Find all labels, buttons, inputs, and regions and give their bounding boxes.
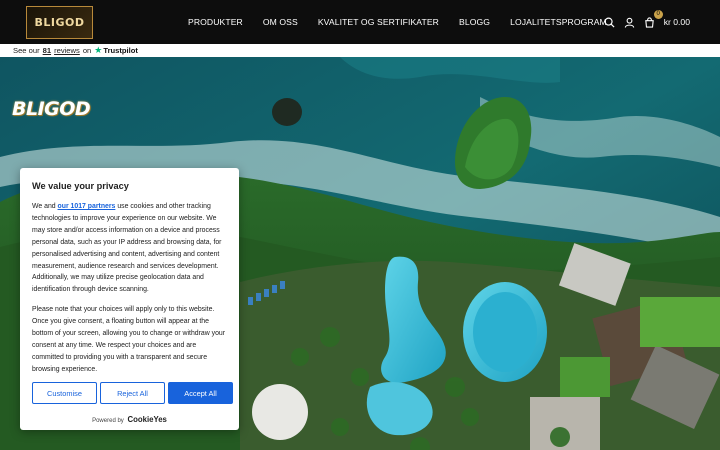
cookieyes-logo[interactable]: CookieYes — [127, 415, 166, 424]
cart-icon[interactable]: 0 — [643, 10, 663, 29]
cookie-consent-dialog: We value your privacy We and our 1017 pa… — [20, 168, 239, 430]
nav-kvalitet[interactable]: KVALITET OG SERTIFIKATER — [318, 17, 439, 27]
hero-logo: BLIGOD — [12, 93, 120, 125]
tp-brand[interactable]: Trustpilot — [103, 46, 138, 55]
cart-count-badge: 0 — [653, 10, 663, 19]
cart-total[interactable]: kr 0.00 — [664, 17, 690, 27]
tp-prefix: See our — [13, 46, 40, 55]
nav-blogg[interactable]: BLOGG — [459, 17, 490, 27]
customise-button[interactable]: Customise — [32, 382, 97, 404]
logo-text: BLIGOD — [34, 16, 85, 29]
user-icon[interactable] — [623, 15, 637, 29]
nav-om-oss[interactable]: OM OSS — [263, 17, 298, 27]
tp-on: on — [82, 46, 92, 55]
cookie-p1-end: use cookies and other tracking technolog… — [32, 203, 222, 294]
reject-all-button[interactable]: Reject All — [100, 382, 165, 404]
tp-reviews-link[interactable]: reviews — [54, 46, 80, 55]
nav-lojalitetsprogram[interactable]: LOJALITETSPROGRAM — [510, 17, 607, 27]
search-icon[interactable] — [603, 15, 617, 29]
cookie-paragraph-1: We and our 1017 partners use cookies and… — [32, 201, 227, 296]
trustpilot-bar: See our 81 reviews on ★ Trustpilot — [0, 44, 720, 57]
cookie-p1-start: We and — [32, 203, 56, 210]
cookie-paragraph-2: Please note that your choices will apply… — [32, 306, 226, 373]
trustpilot-star-icon: ★ — [94, 45, 103, 55]
partners-link[interactable]: our 1017 partners — [58, 203, 116, 210]
hero-logo-text: BLIGOD — [12, 98, 91, 120]
nav-produkter[interactable]: PRODUKTER — [188, 17, 243, 27]
cookie-title: We value your privacy — [32, 181, 129, 191]
powered-by: Powered by CookieYes — [20, 415, 239, 424]
main-nav: PRODUKTER OM OSS KVALITET OG SERTIFIKATE… — [188, 0, 627, 44]
cookie-actions: Customise Reject All Accept All — [32, 382, 236, 404]
powered-by-label: Powered by — [92, 418, 124, 424]
tp-review-count[interactable]: 81 — [43, 46, 51, 55]
site-header: BLIGOD PRODUKTER OM OSS KVALITET OG SERT… — [0, 0, 720, 44]
header-actions: 0 kr 0.00 — [597, 0, 690, 44]
site-logo[interactable]: BLIGOD — [26, 6, 93, 39]
accept-all-button[interactable]: Accept All — [168, 382, 233, 404]
